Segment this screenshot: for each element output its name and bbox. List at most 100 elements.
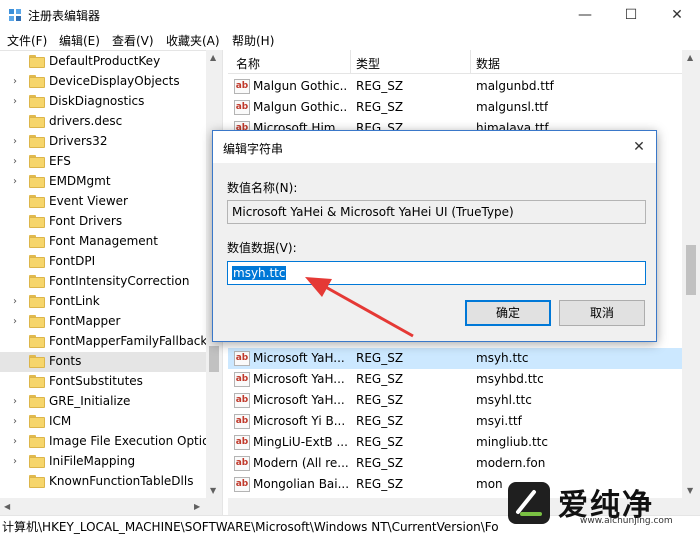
value-type-cell: REG_SZ — [356, 435, 404, 449]
expand-chevron-icon[interactable]: › — [13, 155, 23, 169]
watermark-url: www.aichunjing.com — [580, 516, 673, 526]
list-row[interactable]: ab Modern (All re... REG_SZ modern.fon — [228, 453, 682, 474]
tree-item[interactable]: FontMapperFamilyFallback — [0, 332, 207, 352]
maximize-button[interactable]: ☐ — [608, 0, 654, 30]
tree-item[interactable]: › FontMapper — [0, 312, 206, 332]
expand-chevron-icon[interactable]: › — [13, 395, 23, 409]
tree-item[interactable]: › EMDMgmt — [0, 172, 206, 192]
tree-item[interactable]: › EFS — [0, 152, 206, 172]
menu-view[interactable]: 查看(V) — [112, 32, 154, 49]
scroll-down-icon[interactable]: ▼ — [210, 486, 216, 495]
column-header-type[interactable]: 类型 — [356, 55, 380, 72]
list-row[interactable]: ab Malgun Gothic... REG_SZ malgunbd.ttf — [228, 76, 682, 97]
tree-item[interactable]: drivers.desc — [0, 112, 206, 132]
tree-item[interactable]: KnownFunctionTableDlls — [0, 472, 206, 492]
tree-item-label: GRE_Initialize — [49, 394, 131, 408]
list-row[interactable]: ab Microsoft Yi B... REG_SZ msyi.ttf — [228, 411, 682, 432]
tree-item[interactable]: Font Drivers — [0, 212, 206, 232]
scroll-up-icon[interactable]: ▲ — [687, 53, 693, 62]
list-scroll-thumb[interactable] — [686, 245, 696, 295]
tree-item[interactable]: › GRE_Initialize — [0, 392, 206, 412]
tree-item[interactable]: › IniFileMapping — [0, 452, 206, 472]
expand-chevron-icon[interactable]: › — [13, 455, 23, 469]
menu-favorites[interactable]: 收藏夹(A) — [166, 32, 220, 49]
string-value-icon: ab — [234, 100, 250, 115]
value-data-cell: malgunsl.ttf — [476, 100, 549, 114]
scroll-right-icon[interactable]: ▶ — [194, 502, 200, 511]
title-bar: 注册表编辑器 — ☐ ✕ — [0, 0, 700, 30]
tree-item[interactable]: DefaultProductKey — [0, 52, 206, 72]
tree-item[interactable]: › ICM — [0, 412, 206, 432]
expand-chevron-icon[interactable]: › — [13, 95, 23, 109]
folder-icon — [29, 215, 45, 228]
folder-icon — [29, 435, 45, 448]
column-header-name[interactable]: 名称 — [236, 55, 260, 72]
scroll-left-icon[interactable]: ◀ — [4, 502, 10, 511]
tree-item-label: Image File Execution Optio — [49, 434, 210, 448]
value-data-cell: modern.fon — [476, 456, 546, 470]
tree-item-label: DefaultProductKey — [49, 54, 161, 68]
column-header-data[interactable]: 数据 — [476, 55, 500, 72]
expand-chevron-icon[interactable]: › — [13, 415, 23, 429]
value-type-cell: REG_SZ — [356, 79, 404, 93]
list-row[interactable]: ab Malgun Gothic... REG_SZ malgunsl.ttf — [228, 97, 682, 118]
tree-horizontal-scrollbar[interactable]: ◀ ▶ — [0, 498, 222, 515]
dialog-title: 编辑字符串 — [223, 142, 284, 156]
scroll-up-icon[interactable]: ▲ — [210, 53, 216, 62]
menu-edit[interactable]: 编辑(E) — [59, 32, 100, 49]
expand-chevron-icon[interactable]: › — [13, 135, 23, 149]
tree-item[interactable]: Event Viewer — [0, 192, 206, 212]
value-name-cell: Malgun Gothic... — [253, 100, 348, 114]
list-row[interactable]: ab Microsoft YaH... REG_SZ msyhbd.ttc — [228, 369, 682, 390]
tree-item-label: FontLink — [49, 294, 100, 308]
value-data-text[interactable]: msyh.ttc — [232, 266, 287, 280]
tree-item[interactable]: FontIntensityCorrection — [0, 272, 206, 292]
close-button[interactable]: ✕ — [654, 0, 700, 30]
list-row[interactable]: ab Microsoft YaH... REG_SZ msyhl.ttc — [228, 390, 682, 411]
column-divider[interactable] — [350, 50, 351, 74]
tree-item[interactable]: Fonts — [0, 352, 206, 372]
menu-help[interactable]: 帮助(H) — [232, 32, 274, 49]
tree-item[interactable]: › Drivers32 — [0, 132, 206, 152]
folder-icon — [29, 55, 45, 68]
tree-item[interactable]: FontDPI — [0, 252, 206, 272]
tree-item-label: EFS — [49, 154, 71, 168]
list-vertical-scrollbar[interactable]: ▲ ▼ — [682, 50, 700, 498]
expand-chevron-icon[interactable]: › — [13, 175, 23, 189]
folder-icon — [29, 115, 45, 128]
value-type-cell: REG_SZ — [356, 100, 404, 114]
cancel-button[interactable]: 取消 — [559, 300, 645, 326]
value-type-cell: REG_SZ — [356, 393, 404, 407]
ok-button[interactable]: 确定 — [465, 300, 551, 326]
tree-item[interactable]: › DiskDiagnostics — [0, 92, 206, 112]
value-data-input[interactable]: msyh.ttc — [227, 261, 646, 285]
tree-item[interactable]: Font Management — [0, 232, 206, 252]
tree-item[interactable]: › Image File Execution Optio — [0, 432, 210, 452]
tree-item[interactable]: › DeviceDisplayObjects — [0, 72, 206, 92]
minimize-button[interactable]: — — [562, 0, 608, 30]
expand-chevron-icon[interactable]: › — [13, 315, 23, 329]
folder-icon — [29, 355, 45, 368]
value-name-label: 数值名称(N): — [227, 181, 298, 195]
registry-tree[interactable]: DefaultProductKey › DeviceDisplayObjects › D… — [0, 50, 222, 515]
expand-chevron-icon[interactable]: › — [13, 295, 23, 309]
tree-scroll-thumb[interactable] — [209, 346, 219, 372]
folder-icon — [29, 275, 45, 288]
folder-icon — [29, 315, 45, 328]
tree-item[interactable]: › FontLink — [0, 292, 206, 312]
tree-item-label: IniFileMapping — [49, 454, 136, 468]
tree-item-label: KnownFunctionTableDlls — [49, 474, 194, 488]
expand-chevron-icon[interactable]: › — [13, 435, 23, 449]
tree-item-label: Font Management — [49, 234, 158, 248]
dialog-close-icon[interactable]: ✕ — [629, 137, 649, 157]
menu-file[interactable]: 文件(F) — [7, 32, 47, 49]
tree-item[interactable]: FontSubstitutes — [0, 372, 206, 392]
list-row[interactable]: ab Microsoft YaH... REG_SZ msyh.ttc — [228, 348, 682, 369]
list-row[interactable]: ab MingLiU-ExtB ... REG_SZ mingliub.ttc — [228, 432, 682, 453]
expand-chevron-icon[interactable]: › — [13, 75, 23, 89]
tree-item-label: drivers.desc — [49, 114, 123, 128]
tree-item-label: Fonts — [49, 354, 82, 368]
value-name-cell: Malgun Gothic... — [253, 79, 348, 93]
column-divider[interactable] — [470, 50, 471, 74]
folder-icon — [29, 135, 45, 148]
